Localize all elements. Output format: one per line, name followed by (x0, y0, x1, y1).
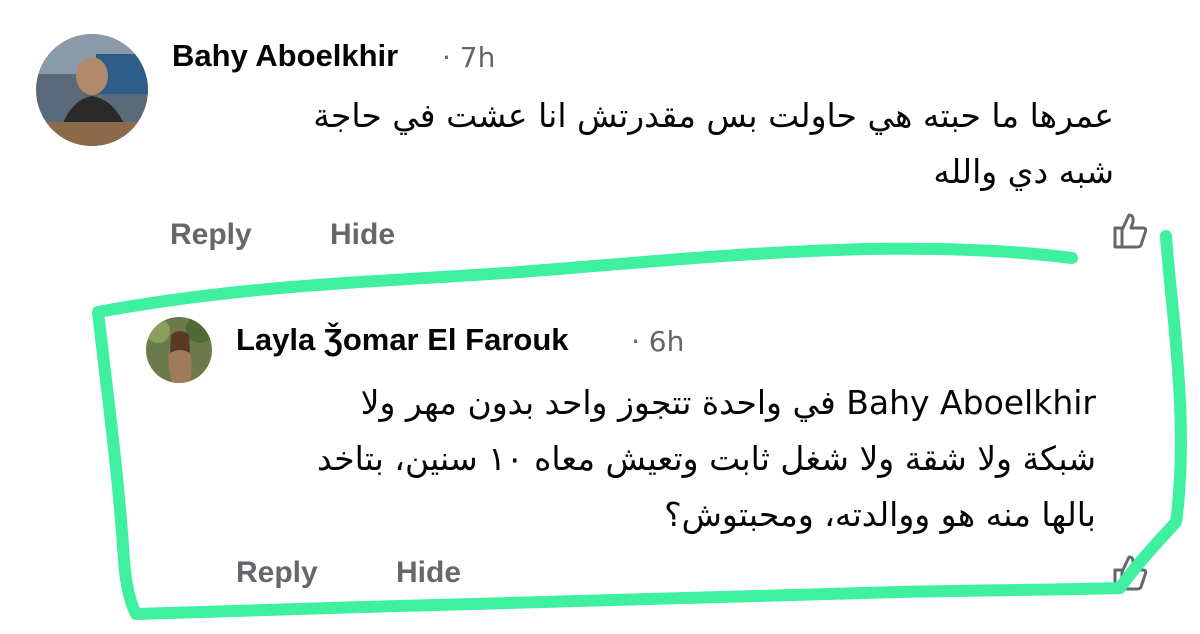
comment-line: عمرها ما حبته هي حاولت بس مقدرتش انا عشت… (313, 96, 1114, 135)
comment-author[interactable]: Bahy Aboelkhir (172, 38, 398, 74)
comment-time[interactable]: · 7h (442, 41, 495, 74)
avatar[interactable] (146, 317, 212, 383)
comment-line: شبه دي والله (933, 152, 1114, 191)
comment-author[interactable]: Layla Ǯomar El Farouk (236, 322, 569, 358)
thumbs-up-icon[interactable] (1112, 210, 1148, 250)
comment-line: بالها منه هو ووالدته، ومحبتوش؟ (664, 495, 1096, 534)
avatar[interactable] (36, 34, 148, 146)
reply-button[interactable]: Reply (170, 218, 252, 252)
comment-line: شبكة ولا شقة ولا شغل ثابت وتعيش معاه ١٠ … (316, 439, 1096, 478)
reply-button[interactable]: Reply (236, 556, 318, 590)
comment-body: عمرها ما حبته هي حاولت بس مقدرتش انا عشت… (313, 88, 1114, 200)
comment-time[interactable]: · 6h (631, 325, 684, 358)
avatar-photo (36, 34, 148, 146)
comment-line: Bahy Aboelkhir في واحدة تتجوز واحد بدون … (360, 383, 1096, 422)
avatar-photo (146, 317, 212, 383)
hide-button[interactable]: Hide (330, 218, 395, 252)
hide-button[interactable]: Hide (396, 556, 461, 590)
thumbs-up-icon[interactable] (1112, 552, 1148, 592)
comment-body: Bahy Aboelkhir في واحدة تتجوز واحد بدون … (317, 375, 1096, 543)
